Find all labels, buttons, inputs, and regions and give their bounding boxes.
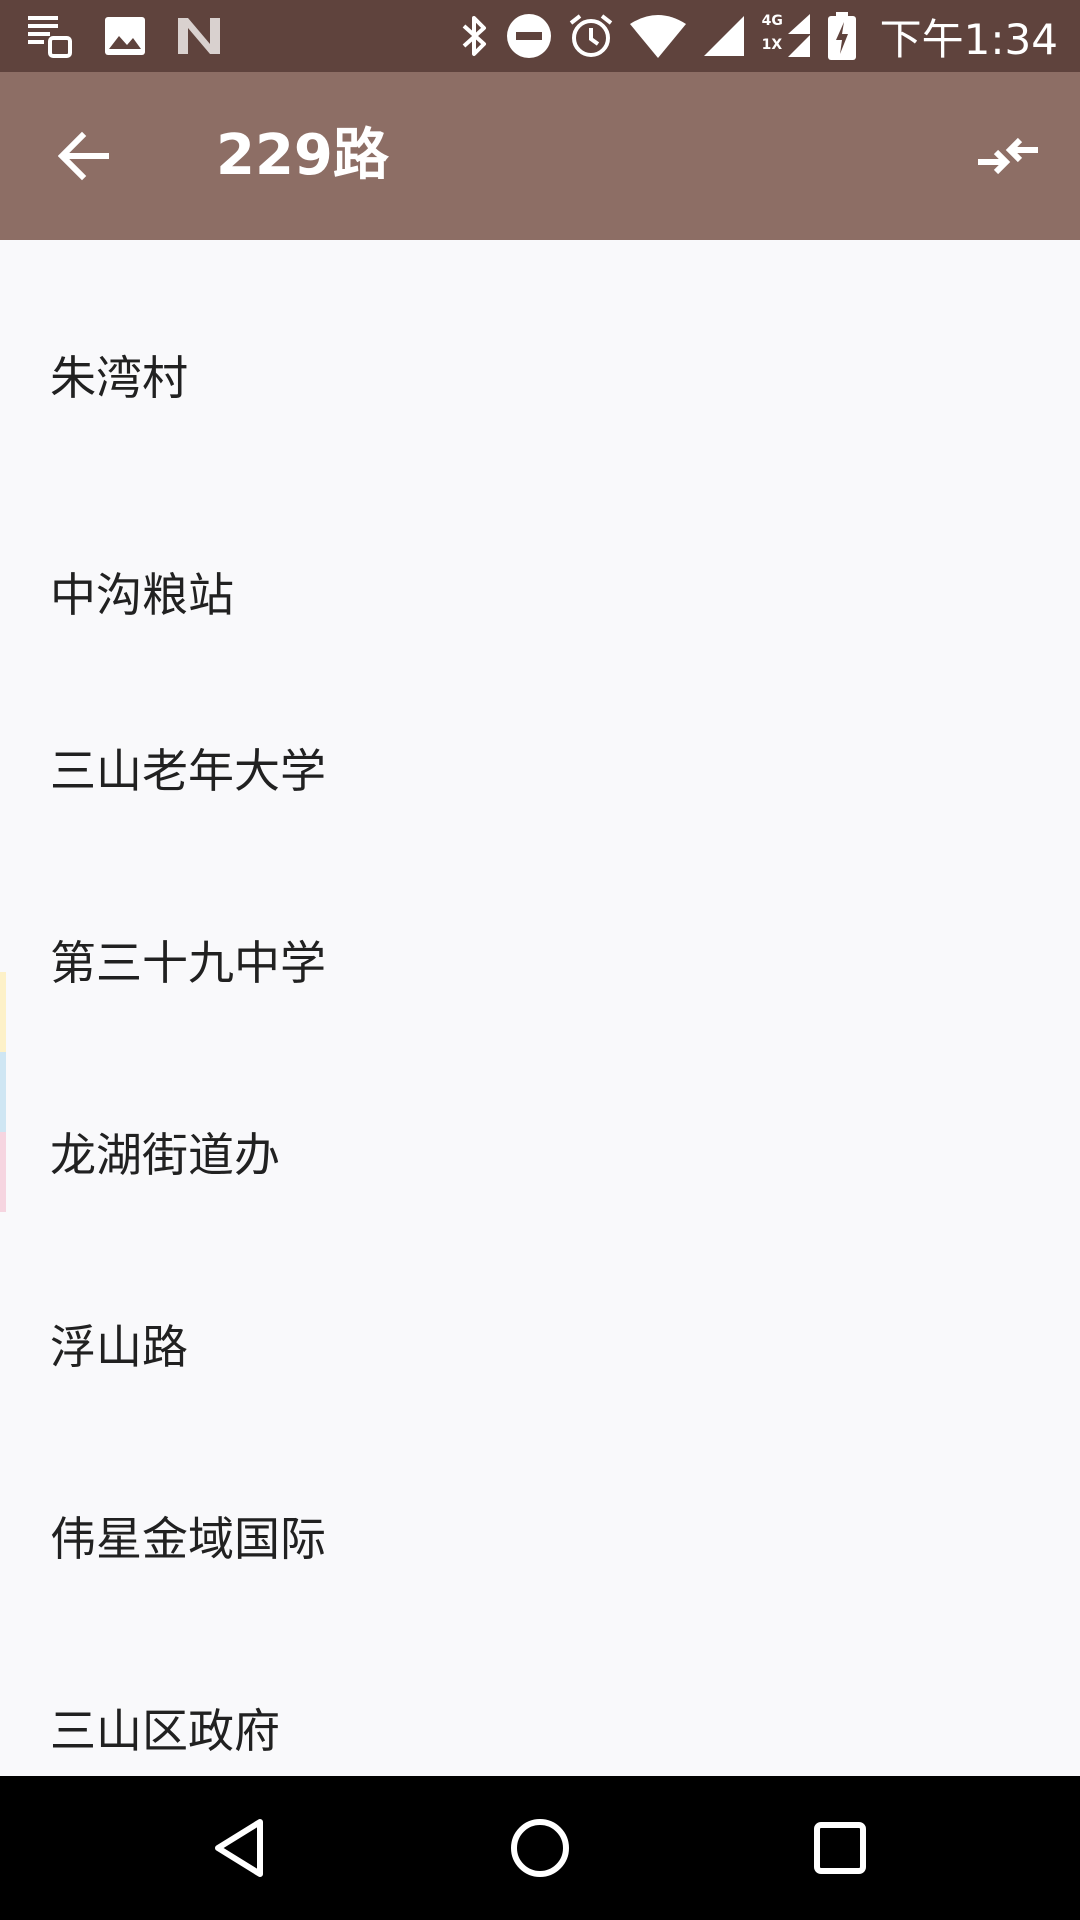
stop-item[interactable]: 朱湾村 — [0, 240, 1080, 500]
stop-list[interactable]: 朱湾村 中沟粮站 三山老年大学 第三十九中学 龙湖街道办 浮山路 伟星金域国际 … — [0, 240, 1080, 1776]
stop-name: 浮山路 — [50, 1320, 188, 1374]
status-left-icons — [26, 0, 222, 72]
stop-item[interactable]: 伟星金域国际 — [0, 1440, 1080, 1632]
bluetooth-icon — [462, 16, 486, 56]
notes-icon — [28, 16, 72, 58]
back-button[interactable] — [40, 112, 128, 200]
battery-charging-icon — [827, 12, 856, 60]
network-label-top: 4G — [761, 13, 783, 29]
clock: 下午1:34 — [879, 14, 1058, 64]
do-not-disturb-icon — [506, 14, 551, 58]
edge-strip-blue — [0, 1052, 6, 1132]
back-triangle-icon — [215, 1819, 263, 1877]
arrow-back-icon — [58, 131, 109, 181]
recents-square-icon — [814, 1822, 866, 1874]
stop-item[interactable]: 龙湖街道办 — [0, 1056, 1080, 1248]
stop-name: 伟星金域国际 — [50, 1512, 326, 1566]
signal-icon — [703, 16, 744, 56]
stop-name: 朱湾村 — [50, 351, 188, 405]
page-title: 229路 — [216, 123, 389, 188]
dual-signal-icon: 4G 1X — [762, 13, 812, 59]
stop-item[interactable]: 中沟粮站 — [0, 500, 1080, 672]
stop-item[interactable]: 三山区政府 — [0, 1632, 1080, 1776]
home-circle-icon — [511, 1819, 569, 1877]
swap-direction-icon — [978, 137, 1038, 175]
reverse-direction-button[interactable] — [964, 112, 1052, 200]
stop-name: 三山老年大学 — [50, 744, 326, 798]
stop-name: 中沟粮站 — [50, 568, 234, 622]
image-icon — [105, 17, 145, 55]
network-label-bottom: 1X — [761, 37, 783, 53]
stop-item[interactable]: 第三十九中学 — [0, 864, 1080, 1056]
nav-home-button[interactable] — [492, 1800, 588, 1896]
wifi-icon — [629, 15, 686, 58]
stop-item[interactable]: 三山老年大学 — [0, 672, 1080, 864]
status-bar: 4G 1X 下午1:34 — [0, 0, 1080, 72]
stop-name: 龙湖街道办 — [50, 1128, 280, 1182]
stop-name: 第三十九中学 — [50, 936, 326, 990]
edge-strip-yellow — [0, 972, 6, 1052]
app-bar: 229路 — [0, 72, 1080, 240]
nav-recents-button[interactable] — [792, 1800, 888, 1896]
navigation-bar — [0, 1776, 1080, 1920]
n-logo-icon — [178, 18, 220, 54]
edge-strip-pink — [0, 1132, 6, 1212]
nav-back-button[interactable] — [192, 1800, 288, 1896]
alarm-icon — [569, 14, 612, 57]
status-right-icons: 4G 1X 下午1:34 — [460, 0, 1058, 72]
stop-item[interactable]: 浮山路 — [0, 1248, 1080, 1440]
stop-name: 三山区政府 — [50, 1704, 280, 1758]
